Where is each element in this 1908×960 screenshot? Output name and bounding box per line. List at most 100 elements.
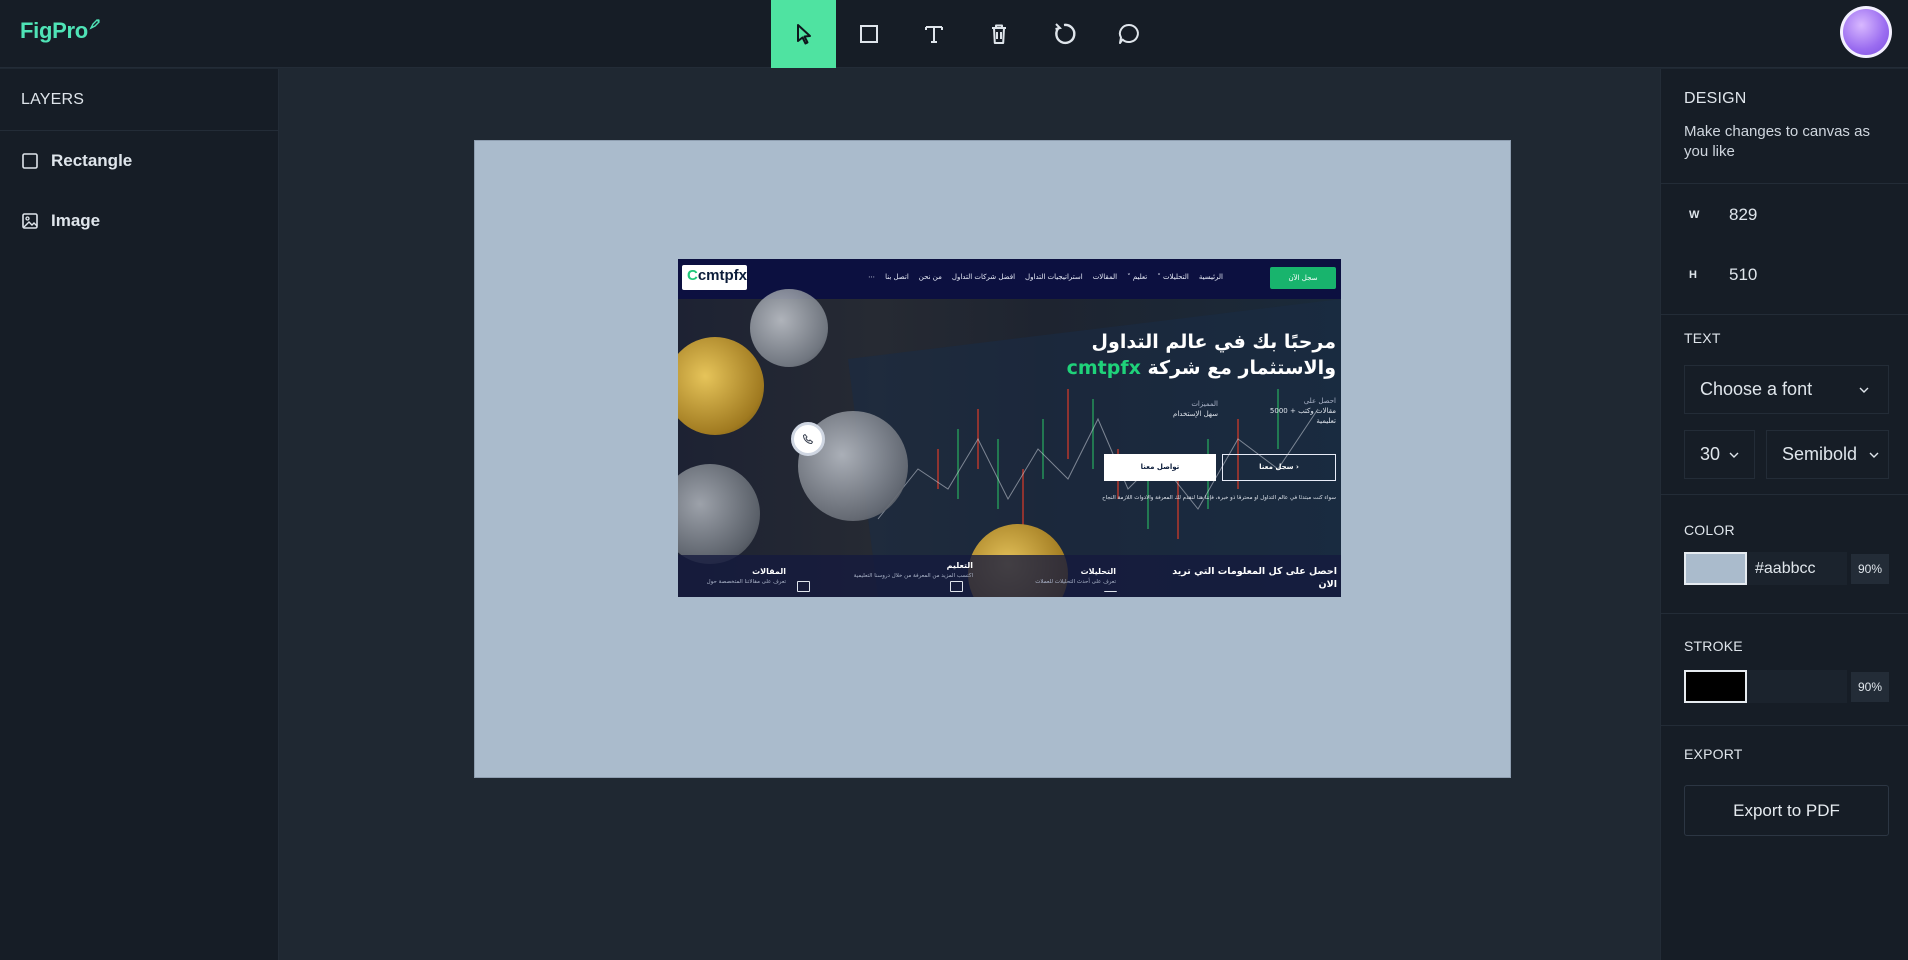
user-avatar[interactable] [1840, 6, 1892, 58]
height-label: H [1689, 269, 1697, 281]
embedded-hero-title-line2: والاستثمار مع شركة cmtpfx [1006, 355, 1336, 381]
rotate-icon [1054, 23, 1075, 45]
square-icon [859, 25, 878, 43]
fill-opacity-input[interactable]: 90% [1851, 554, 1889, 584]
top-toolbar: FigPro [0, 0, 1908, 68]
fill-color-swatch[interactable] [1684, 552, 1747, 585]
embedded-hero-title: مرحبًا بك في عالم التداول والاستثمار مع … [1006, 329, 1336, 381]
embedded-analytics-icon [1104, 581, 1117, 592]
color-section: COLOR #aabbcc 90% [1661, 495, 1908, 614]
stroke-color-swatch[interactable] [1684, 670, 1747, 703]
embedded-stat-value: سهل الإستخدام [1172, 410, 1218, 418]
height-row: H 510 [1684, 260, 1908, 290]
tool-group [771, 0, 1161, 68]
embedded-feature-articles: المقالات تعرف على مقالاتنا المتخصصة حول [678, 567, 786, 585]
embedded-feature-desc: تعرف على مقالاتنا المتخصصة حول [706, 579, 786, 585]
embedded-feature-title: التعليم [946, 561, 973, 570]
text-section: TEXT Choose a font 30 Semibold [1661, 315, 1908, 495]
text-title: TEXT [1684, 330, 1721, 346]
embedded-hero-title-prefix: والاستثمار مع شركة [1140, 357, 1336, 379]
app-logo-text: FigPro [20, 18, 88, 43]
embedded-feature-analytics: التحليلات تعرف على أحدث التحليلات للعملا… [996, 567, 1116, 585]
reset-tool-button[interactable] [1031, 0, 1096, 68]
stroke-color-hex-input[interactable] [1747, 670, 1847, 703]
embedded-nav-item: من نحن [918, 273, 942, 281]
embedded-hero-brand: cmtpfx [1066, 357, 1141, 379]
embedded-logo-text: cmtpfx [697, 267, 748, 284]
design-description: Make changes to canvas as you like [1684, 123, 1870, 160]
stroke-opacity-input[interactable]: 90% [1851, 672, 1889, 702]
embedded-hero-title-line1: مرحبًا بك في عالم التداول [1091, 331, 1336, 353]
select-tool-button[interactable] [771, 0, 836, 68]
chevron-down-icon [1729, 452, 1739, 458]
chat-bubble-icon [1118, 23, 1139, 44]
embedded-feature-title: المقالات [752, 567, 786, 576]
square-outline-icon [22, 153, 38, 169]
comment-tool-button[interactable] [1096, 0, 1161, 68]
embedded-stat-value: مقالات وكتب + 5000 [1269, 407, 1336, 415]
design-title: DESIGN [1684, 90, 1747, 107]
layer-label: Image [51, 211, 101, 230]
text-tool-button[interactable] [901, 0, 966, 68]
embedded-register-button: سجل معنا › [1222, 454, 1336, 481]
text-t-icon [924, 26, 943, 43]
embedded-site-logo: Ccmtpfx [682, 265, 747, 290]
embedded-nav-item: الرئيسية [1198, 273, 1223, 281]
embedded-nav-item: اتصل بنا [885, 273, 909, 281]
image-object[interactable]: Ccmtpfx الرئيسية التحليلات ˅ تعليم ˅ الم… [678, 259, 1341, 597]
embedded-stat-label: احصل على [1303, 397, 1336, 405]
chevron-down-icon [1859, 387, 1869, 393]
embedded-feature-title: التحليلات [1080, 567, 1116, 576]
embedded-site-menu: الرئيسية التحليلات ˅ تعليم ˅ المقالات اس… [868, 273, 1223, 281]
export-pdf-button[interactable]: Export to PDF [1684, 785, 1889, 836]
width-input[interactable]: 829 [1729, 205, 1757, 225]
layer-item-image[interactable]: Image [0, 191, 278, 251]
width-label: W [1689, 209, 1700, 221]
embedded-hero-subtitle: سواء كنت مبتدئًا في عالم التداول أو محتر… [1102, 495, 1336, 501]
layers-title: LAYERS [0, 69, 278, 131]
delete-tool-button[interactable] [966, 0, 1031, 68]
embedded-phone-button [791, 422, 825, 456]
embedded-stat-label: المميزات [1191, 400, 1218, 408]
font-weight-select[interactable]: Semibold [1766, 430, 1889, 479]
fill-color-hex-input[interactable]: #aabbcc [1747, 552, 1847, 585]
font-family-select[interactable]: Choose a font [1684, 365, 1889, 414]
color-title: COLOR [1684, 522, 1735, 538]
font-size-select[interactable]: 30 [1684, 430, 1755, 479]
font-size-value: 30 [1700, 444, 1721, 464]
embedded-nav-item: التحليلات ˅ [1157, 273, 1189, 281]
design-section: DESIGN Make changes to canvas as you lik… [1661, 69, 1908, 184]
embedded-feature-desc: اكتسب المزيد من المعرفة من خلال دروسنا ا… [853, 573, 973, 579]
embedded-articles-icon [797, 581, 810, 592]
embedded-feature-desc: تعرف على أحدث التحليلات للعملات [1035, 579, 1116, 585]
embedded-nav-item: استراتيجيات التداول [1025, 273, 1083, 281]
image-icon [22, 213, 38, 229]
export-section: EXPORT [1661, 726, 1908, 762]
chevron-down-icon [1869, 452, 1879, 458]
embedded-nav-item: تعليم ˅ [1127, 273, 1148, 281]
width-row: W 829 [1684, 200, 1908, 230]
embedded-info-cta: احصل على كل المعلومات التي تريد الان [1172, 566, 1337, 590]
height-input[interactable]: 510 [1729, 265, 1757, 285]
embedded-contact-button: تواصل معنا [1104, 454, 1216, 481]
embedded-nav-item: ⋯ [868, 273, 876, 281]
embedded-nav-item: افضل شركات التداول [951, 273, 1016, 281]
phone-icon [802, 433, 814, 445]
rectangle-tool-button[interactable] [836, 0, 901, 68]
embedded-nav-item: المقالات [1092, 273, 1118, 281]
stroke-title: STROKE [1684, 638, 1743, 654]
embedded-silver-coin-image [750, 289, 828, 367]
pen-nib-icon [89, 19, 100, 30]
layer-item-rectangle[interactable]: Rectangle [0, 131, 278, 191]
avatar-image [1843, 9, 1889, 55]
embedded-education-icon [950, 581, 963, 592]
design-panel: DESIGN Make changes to canvas as you lik… [1660, 69, 1908, 960]
app-logo[interactable]: FigPro [20, 18, 101, 44]
dimensions-section: W 829 H 510 [1661, 184, 1908, 315]
font-weight-value: Semibold [1782, 444, 1858, 464]
cursor-arrow-icon [796, 24, 811, 45]
canvas-area[interactable]: Ccmtpfx الرئيسية التحليلات ˅ تعليم ˅ الم… [280, 69, 1659, 960]
stroke-section: STROKE 90% [1661, 614, 1908, 726]
rectangle-object[interactable]: Ccmtpfx الرئيسية التحليلات ˅ تعليم ˅ الم… [474, 140, 1511, 778]
embedded-feature-education: التعليم اكتسب المزيد من المعرفة من خلال … [838, 561, 973, 579]
